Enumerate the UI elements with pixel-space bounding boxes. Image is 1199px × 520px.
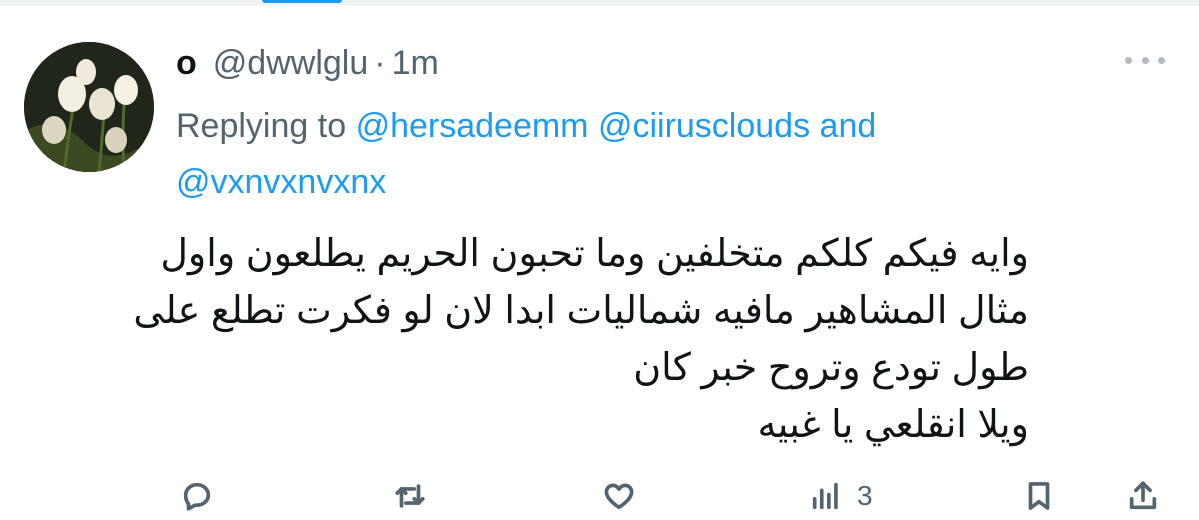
replying-to: Replying to @hersadeemm @ciirusclouds an… [176, 98, 1076, 210]
tweet-text-line: ويلا انقلعي يا غبيه [757, 404, 1029, 446]
tweet-text: وايه فيكم كلكم متخلفين وما تحبون الحريم … [129, 226, 1029, 454]
mention-link[interactable]: @ciirusclouds [598, 107, 810, 145]
active-tab-indicator [262, 0, 342, 3]
bookmark-button[interactable] [1022, 476, 1056, 516]
reply-button[interactable] [180, 476, 214, 516]
views-count: 3 [857, 480, 873, 511]
mention-conjunction[interactable]: and [820, 107, 877, 145]
mention-link[interactable]: @vxnvxnvxnx [176, 163, 386, 201]
separator-dot: · [374, 43, 386, 82]
like-button[interactable] [602, 476, 636, 516]
heart-icon [604, 483, 634, 510]
tweet-header: o @dwwlglu · 1m [176, 38, 439, 88]
mention-link[interactable]: @hersadeemm [356, 107, 589, 145]
avatar-image [24, 42, 154, 172]
replying-prefix: Replying to [176, 107, 347, 145]
tweet-text-line: مثال المشاهير مافيه شماليات ابدا لان لو … [133, 290, 1029, 332]
tweet-text-line: طول تودع وتروح خبر كان [633, 347, 1029, 389]
views-icon [812, 482, 838, 510]
action-bar: 3 [0, 468, 1199, 520]
retweet-button[interactable] [393, 476, 427, 516]
display-name[interactable]: o [176, 44, 197, 83]
timestamp[interactable]: 1m [392, 44, 439, 83]
more-options-icon[interactable] [1125, 50, 1165, 70]
avatar[interactable] [24, 42, 154, 172]
top-divider [0, 0, 1199, 6]
user-handle[interactable]: @dwwlglu [213, 44, 368, 83]
share-button[interactable] [1126, 476, 1160, 516]
share-icon [1129, 481, 1157, 510]
tweet-text-line: وايه فيكم كلكم متخلفين وما تحبون الحريم … [160, 233, 1029, 275]
views-button[interactable]: 3 [809, 476, 873, 516]
bookmark-icon [1028, 482, 1050, 510]
reply-icon [183, 482, 211, 511]
retweet-icon [395, 484, 425, 508]
